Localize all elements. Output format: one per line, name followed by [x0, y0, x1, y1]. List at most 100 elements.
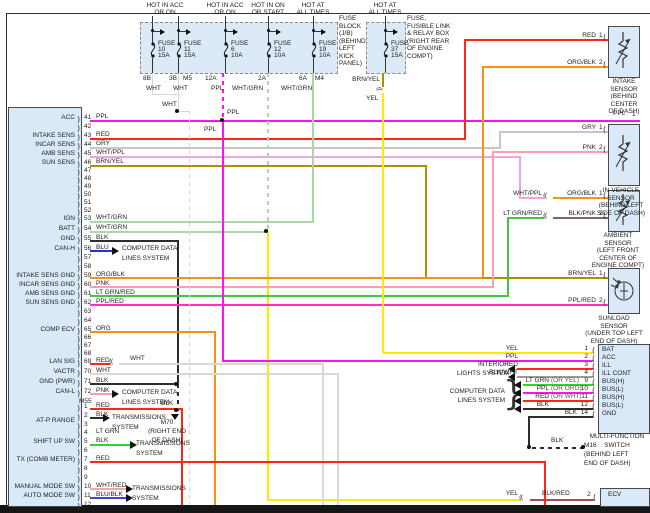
diagram-graphic	[176, 42, 182, 58]
bottom-bar	[0, 505, 650, 513]
fuse-branch-arrow-icon	[186, 28, 194, 35]
pin-number: 59	[84, 272, 92, 279]
in_vehicle-pin-wire-color: PNK	[582, 144, 596, 151]
w-orgblk-isg	[90, 277, 484, 279]
pin-bracket-icon: )	[77, 115, 81, 124]
pin-bracket-icon: )	[77, 389, 81, 398]
thermistor-icon	[615, 32, 631, 68]
pin-function-label: INTAKE SENS	[32, 132, 75, 139]
atp-system-label-line: TRANSMISSIONS	[112, 414, 166, 421]
fuse-feed-line	[385, 22, 386, 43]
pin-number: 45	[84, 150, 92, 157]
manual-system-label-line: TRANSMISSIONS	[132, 485, 186, 492]
fuse-amperage: 10A	[274, 52, 286, 59]
junction-blk-gnd	[174, 382, 178, 386]
connector-bracket-icon: (	[603, 298, 607, 307]
mfs-pin-number: 4	[584, 369, 588, 376]
pin-number: 69	[84, 358, 92, 365]
pin-number: 43	[84, 132, 92, 139]
pin-number: 6	[84, 447, 88, 454]
pin-bracket-icon: )	[77, 475, 81, 484]
fuse-symbol-icon	[148, 42, 158, 58]
mfs-pin-name: ILL	[602, 362, 612, 369]
pin-function-label: VACTR	[53, 368, 75, 375]
mfs-pin-name: GND	[602, 410, 617, 417]
sunload-sensor-name-line: SUNLOAD	[598, 315, 630, 322]
mfs-pin-number: 9	[584, 377, 588, 384]
m16-location-line: M16	[584, 442, 597, 449]
pin-wire-color: WHT/GRN	[96, 214, 128, 221]
junction-batt	[264, 229, 268, 233]
pin-function-label: SUN SENS	[41, 159, 75, 166]
mfs-pin-name: BUS(H)	[602, 378, 625, 385]
diagram-graphic	[625, 39, 630, 44]
mfs-arrow-icon	[510, 405, 521, 413]
w-pnk-icsg-v	[492, 151, 494, 288]
fuse-symbol-icon	[221, 42, 231, 58]
label-brnyel-f37: BRN/YEL	[352, 76, 380, 83]
intake-sensor-name-line: INTAKE	[612, 78, 636, 85]
pin-number: 55	[84, 235, 92, 242]
mfs-wire-color: PPL	[505, 353, 518, 360]
pin-number: 9	[84, 474, 88, 481]
pin-bracket-icon: )	[77, 493, 81, 502]
jb-wire-color-label: PPL	[211, 85, 224, 92]
pin-bracket-icon: )	[77, 282, 81, 291]
fuse-symbol-icon	[381, 42, 391, 58]
pin-number: 3	[84, 421, 88, 428]
w-ppl-acc	[90, 120, 640, 122]
jb-connector-label: 3B	[169, 75, 177, 82]
pin-wire-color: BLK	[96, 377, 109, 384]
m70-location-line: (RIGHT END	[148, 428, 186, 435]
multi-function-switch-name-line: MULTI-FUNCTION	[589, 433, 645, 440]
pin-bracket-icon: )	[77, 273, 81, 282]
jb-caption-line: KICK	[339, 52, 355, 60]
pin-number: 64	[84, 317, 92, 324]
pin-number: 5	[84, 438, 88, 445]
mfs-pin-name: BAT	[602, 346, 615, 353]
fuse-out-line	[152, 58, 153, 73]
pin-bracket-icon: )	[77, 430, 81, 439]
fuse-feed-line	[178, 22, 179, 43]
jb-connector-label: 6A	[299, 75, 307, 82]
pin-number: 10	[84, 483, 92, 490]
diagram-graphic	[150, 42, 156, 58]
w-blkred-ecv	[530, 499, 594, 501]
pin-bracket-icon: )	[77, 151, 81, 160]
fuse-feed-line	[152, 22, 153, 43]
connector-bracket-icon: (	[603, 60, 607, 69]
pin-number: 11	[84, 492, 91, 499]
auto-system-label-line: SYSTEM	[132, 495, 159, 502]
mfs-pin-name: BUS(L)	[602, 402, 624, 409]
can-h-system-label-line: LINES SYSTEM	[122, 254, 170, 262]
pin-wire-color: RED	[96, 402, 110, 409]
pin-wire-color: BRN/YEL	[96, 158, 124, 165]
w-wht-f11-v	[178, 73, 179, 112]
connector-bracket-icon: (	[603, 145, 607, 154]
w-blk-m16-dash	[532, 447, 584, 449]
label-m16-blk: BLK	[551, 437, 564, 444]
diagram-graphic	[223, 43, 229, 57]
relay-box-caption-line: COMPT)	[407, 52, 433, 60]
w-orgblk-isg-v	[482, 66, 484, 279]
in-vehicle-sensor-name-line: (BEHIND LEFT	[598, 202, 644, 209]
pin-function-label: TX (COMB METER)	[16, 456, 76, 463]
w-pplred-ssg	[90, 304, 608, 306]
ambient-sensor-name-line: ENGINE COMPT)	[591, 262, 645, 269]
pin-function-label: AUTO MODE SW	[23, 492, 75, 499]
pin-bracket-icon: )	[77, 309, 81, 318]
w-ltgrnred-asg-v	[507, 217, 509, 297]
fuse-amperage: 15A	[184, 52, 196, 59]
label-wht-joined: WHT	[162, 101, 177, 108]
pin-number: 56	[84, 245, 92, 252]
fuse-amperage: 15A	[391, 52, 403, 59]
pin-number: 50	[84, 191, 92, 198]
pin-wire-color: PPL/RED	[96, 298, 124, 305]
fuse-feed-line	[268, 22, 269, 43]
w-brnyel-sun	[90, 165, 427, 167]
pin-bracket-icon: )	[77, 439, 81, 448]
connector-bracket-icon: (	[603, 191, 607, 200]
pin-number: 65	[84, 326, 92, 333]
mfs-pin-number: 2	[584, 353, 588, 360]
intake-sensor-name-line: SENSOR	[610, 85, 638, 93]
